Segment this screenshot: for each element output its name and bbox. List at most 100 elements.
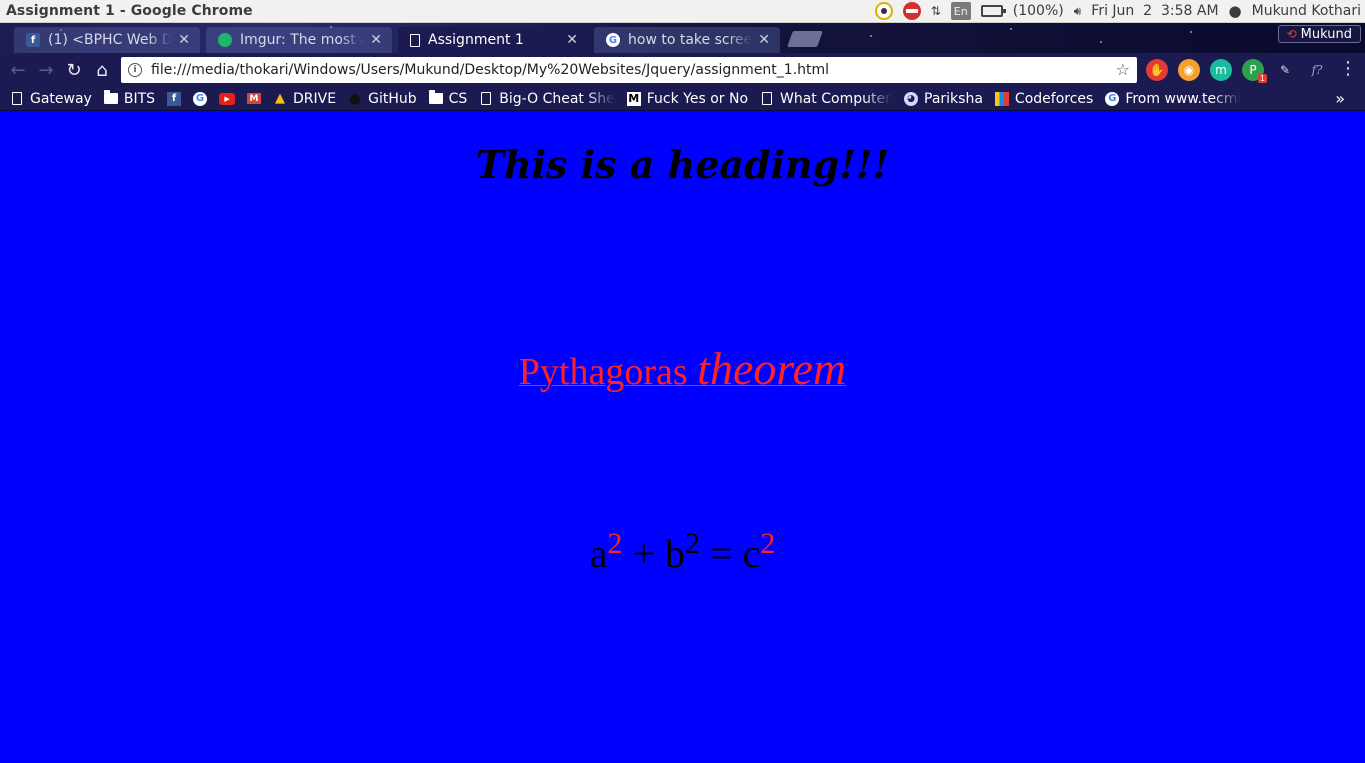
bookmark-pariksha[interactable]: ◕ Pariksha [904, 91, 983, 107]
bookmark-from-tecmint[interactable]: G From www.tecmi [1105, 91, 1241, 107]
pythagoras-equation: a2 + b2 = c2 [0, 527, 1365, 577]
facebook-icon: f [167, 91, 182, 106]
bookmark-label: Codeforces [1014, 90, 1094, 107]
close-icon[interactable]: ✕ [370, 32, 382, 48]
facebook-icon: f [26, 33, 40, 47]
bookmark-github[interactable]: ● GitHub [348, 91, 417, 107]
stop-icon[interactable] [902, 2, 921, 20]
bookmark-drive[interactable]: ▲ DRIVE [273, 91, 336, 107]
equation-equals: = [700, 531, 743, 576]
url-text[interactable]: file:///media/thokari/Windows/Users/Muku… [151, 62, 829, 78]
window-title: Assignment 1 - Google Chrome [6, 3, 253, 19]
battery-icon [980, 5, 1006, 17]
new-tab-button[interactable] [787, 31, 823, 47]
bookmark-bits[interactable]: BITS [103, 90, 156, 107]
notification-badge: 1 [1257, 74, 1267, 83]
page-icon [12, 92, 22, 105]
equation-plus: + [622, 531, 665, 576]
drive-icon: ▲ [275, 91, 286, 106]
tab-strip: f (1) <BPHC Web Dev ✕ Imgur: The most aw… [0, 23, 1365, 53]
indicator-icon[interactable] [874, 2, 893, 20]
page-heading: This is a heading!!! [475, 142, 890, 187]
tab-label: Assignment 1 [428, 32, 524, 48]
home-icon: ⌂ [96, 59, 108, 81]
codeforces-icon [994, 91, 1009, 106]
equation-b-exponent: 2 [685, 527, 700, 560]
keyboard-layout-indicator[interactable]: En [950, 2, 971, 20]
page-icon [481, 92, 492, 105]
close-icon[interactable]: ✕ [758, 32, 770, 48]
google-icon: G [1105, 91, 1120, 106]
home-button[interactable]: ⌂ [88, 56, 116, 84]
network-icon[interactable]: ⇅ [931, 2, 941, 20]
back-button[interactable]: ← [4, 56, 32, 84]
arrow-left-icon: ← [10, 59, 26, 81]
bookmark-google[interactable]: G [193, 91, 208, 106]
tab-label: Imgur: The most aw [240, 32, 364, 48]
reload-icon: ↻ [66, 59, 82, 81]
battery-indicator[interactable] [980, 2, 1006, 20]
google-icon: G [606, 33, 620, 47]
theorem-part2: theorem [697, 343, 847, 394]
info-icon[interactable]: i [128, 63, 142, 77]
bookmark-big-o[interactable]: Big-O Cheat She [479, 90, 615, 107]
tab-imgur[interactable]: Imgur: The most aw ✕ [206, 27, 392, 53]
bookmark-label: GitHub [368, 90, 417, 107]
bookmark-what-computer[interactable]: What Computer. [760, 91, 892, 107]
bookmarks-overflow-icon[interactable]: » [1335, 89, 1345, 108]
theorem-part1: Pythagoras [518, 351, 698, 393]
bookmark-fuck-yes-or-no[interactable]: M Fuck Yes or No [626, 90, 749, 107]
equation-a-exponent: 2 [607, 527, 623, 560]
bookmark-gmail[interactable]: M [247, 93, 262, 104]
theorem-link[interactable]: Pythagoras theorem [519, 343, 846, 394]
extensions-area: ✋ ◉ m P1 ✎ f? [1146, 59, 1328, 83]
owl-extension-icon[interactable]: ◉ [1178, 59, 1200, 81]
youtube-icon: ▶ [219, 92, 236, 105]
arrow-right-icon: → [38, 59, 54, 81]
equation-c: c [742, 531, 761, 576]
equation-b: b [665, 531, 685, 576]
system-tray: ⇅ En (100%) 🔊︎ Fri Jun 2 3:58 AM ● Mukun… [874, 0, 1361, 22]
bookmark-label: From www.tecmi [1125, 90, 1242, 107]
chrome-menu-icon[interactable]: ⋮ [1339, 58, 1357, 79]
tab-label: how to take screen [628, 32, 753, 48]
address-bar[interactable]: i file:///media/thokari/Windows/Users/Mu… [121, 57, 1137, 83]
bookmark-cs[interactable]: CS [428, 90, 467, 107]
close-icon[interactable]: ✕ [566, 32, 578, 48]
medium-icon: M [626, 91, 641, 106]
bookmark-gateway[interactable]: Gateway [10, 91, 92, 107]
bookmark-label: Fuck Yes or No [646, 90, 749, 107]
bookmark-label: Pariksha [924, 90, 983, 107]
bookmark-label: BITS [123, 90, 156, 107]
bookmark-facebook[interactable]: f [167, 91, 182, 106]
equation-a: a [589, 531, 608, 576]
profile-icon: ⟲ [1286, 27, 1297, 41]
mercury-extension-icon[interactable]: m [1210, 59, 1232, 81]
profile-name: Mukund [1300, 26, 1352, 42]
profile-button[interactable]: ⟲ Mukund [1277, 25, 1361, 43]
user-name[interactable]: Mukund Kothari [1252, 3, 1361, 19]
tab-bphc-web-dev[interactable]: f (1) <BPHC Web Dev ✕ [14, 27, 200, 53]
volume-icon[interactable]: 🔊︎ [1074, 2, 1082, 20]
clock[interactable]: Fri Jun 2 3:58 AM [1091, 3, 1218, 19]
github-icon: ● [348, 90, 362, 107]
bookmark-label: Big-O Cheat She [499, 90, 615, 107]
bookmark-codeforces[interactable]: Codeforces [994, 90, 1094, 107]
adblock-extension-icon[interactable]: ✋ [1146, 59, 1168, 81]
reload-button[interactable]: ↻ [60, 56, 88, 84]
close-icon[interactable]: ✕ [178, 32, 190, 48]
owl-icon: ◕ [904, 91, 919, 106]
forward-button[interactable]: → [32, 56, 60, 84]
formula-extension-icon[interactable]: f? [1306, 59, 1328, 81]
apple-icon[interactable]: ● [1229, 2, 1242, 20]
bookmarks-bar: Gateway BITS f G ▶ M ▲ DRIVE ● GitHub CS B… [0, 87, 1365, 111]
tab-how-to-take-screenshot[interactable]: G how to take screen ✕ [594, 27, 780, 53]
pushbullet-extension-icon[interactable]: P1 [1242, 59, 1267, 83]
bookmark-star-icon[interactable]: ☆ [1116, 60, 1130, 79]
equation-c-exponent: 2 [760, 527, 776, 560]
theorem-title: Pythagoras theorem [0, 342, 1365, 395]
bookmark-label: Gateway [30, 90, 92, 107]
pen-extension-icon[interactable]: ✎ [1274, 59, 1296, 81]
bookmark-youtube[interactable]: ▶ [219, 92, 236, 105]
tab-assignment-1[interactable]: Assignment 1 ✕ [398, 27, 588, 53]
